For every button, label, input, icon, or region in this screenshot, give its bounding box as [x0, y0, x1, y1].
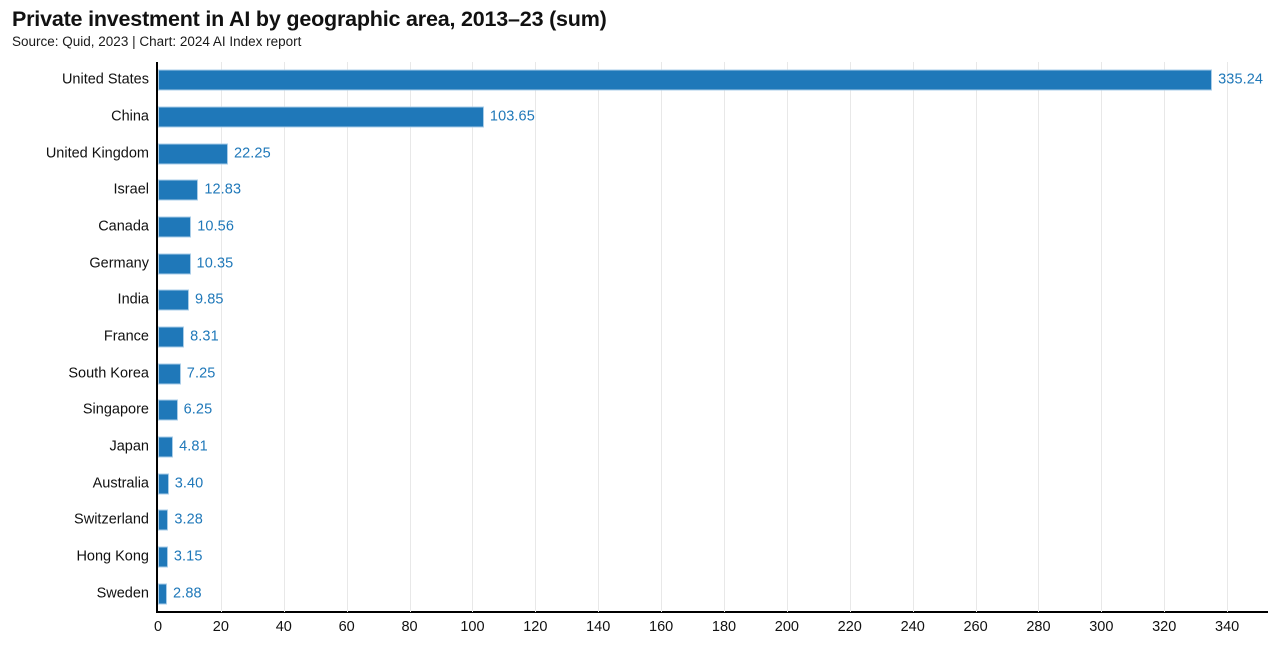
- x-axis-tick-label: 200: [774, 619, 799, 635]
- bar[interactable]: [158, 436, 174, 458]
- bar[interactable]: [158, 253, 191, 275]
- page-title: Private investment in AI by geographic a…: [12, 7, 607, 31]
- y-axis-category-label: Canada: [98, 218, 149, 235]
- x-axis-tick-label: 260: [963, 619, 988, 635]
- x-axis-tick-labels: 0 20 40 60 80 100 120 140 160 180 200 220 240 260 280 3…: [154, 616, 1268, 644]
- bar-row: Canada 10.56: [98, 209, 1268, 246]
- bar-value-label: 335.24: [1218, 71, 1264, 88]
- bar-row: Japan 4.81: [109, 429, 1268, 466]
- bar-row: Switzerland 3.28: [74, 502, 1268, 539]
- bar-row: South Korea 7.25: [68, 355, 1268, 392]
- bar-row: Australia 3.40: [93, 465, 1268, 502]
- y-axis-category-label: Germany: [89, 255, 149, 272]
- bar[interactable]: [158, 399, 178, 421]
- bar-value-label: 103.65: [489, 108, 535, 125]
- bar[interactable]: [158, 179, 199, 201]
- x-axis-tick-label: 120: [523, 619, 548, 635]
- bar-row: United States 335.24: [62, 62, 1268, 99]
- bar-row: Sweden 2.88: [97, 575, 1268, 612]
- bar-value-label: 8.31: [190, 328, 219, 345]
- y-axis-category-label: India: [117, 291, 149, 308]
- bar-value-label: 10.56: [197, 218, 234, 235]
- y-axis-category-label: Switzerland: [74, 511, 149, 528]
- y-axis-category-label: United States: [61, 71, 149, 88]
- x-axis-tick-label: 140: [586, 619, 611, 635]
- y-axis-category-label: China: [111, 108, 149, 125]
- x-axis-tick-label: 0: [153, 619, 163, 635]
- bar-value-label: 22.25: [233, 145, 271, 162]
- x-axis-tick-label: 340: [1215, 619, 1240, 635]
- bar[interactable]: [158, 143, 228, 165]
- bar[interactable]: [158, 289, 189, 311]
- x-axis-tick-label: 20: [212, 619, 229, 635]
- x-axis-tick-label: 180: [711, 619, 737, 635]
- x-axis-tick-label: 220: [837, 619, 862, 635]
- bar-row: India 9.85: [118, 282, 1268, 319]
- bar-value-label: 2.88: [173, 585, 202, 602]
- bar[interactable]: [158, 69, 1213, 91]
- bar[interactable]: [158, 326, 185, 348]
- x-axis-tick-label: 160: [649, 619, 674, 635]
- bar-row: Israel 12.83: [114, 172, 1268, 209]
- y-axis-category-label: United Kingdom: [45, 145, 149, 162]
- bar-value-label: 7.25: [186, 365, 216, 382]
- bar-value-label: 4.81: [179, 438, 208, 455]
- x-axis-tick-label: 40: [275, 619, 292, 635]
- bar[interactable]: [158, 473, 169, 495]
- bar[interactable]: [158, 509, 169, 531]
- y-axis-category-label: France: [103, 328, 149, 345]
- x-axis-tick-label: 80: [401, 619, 418, 635]
- y-axis-category-label: Hong Kong: [76, 548, 149, 565]
- bar-value-label: 3.40: [174, 475, 204, 492]
- bar-row: Hong Kong 3.15: [76, 539, 1268, 576]
- bar-value-label: 10.35: [196, 255, 234, 272]
- y-axis-category-label: South Korea: [68, 365, 149, 382]
- y-axis-category-label: Sweden: [96, 585, 149, 602]
- bar-row: China 103.65: [111, 99, 1268, 136]
- bar-rows: United States 335.24 China 103.65 United Kin…: [46, 62, 1268, 612]
- x-axis-tick-label: 300: [1089, 619, 1114, 635]
- y-axis-category-label: Japan: [109, 438, 149, 455]
- bar[interactable]: [158, 546, 168, 568]
- x-axis-tick-label: 60: [338, 619, 355, 635]
- x-axis-tick-label: 240: [900, 619, 925, 635]
- y-axis-category-label: Singapore: [82, 401, 149, 418]
- bar-row: Singapore 6.25: [83, 392, 1268, 429]
- bar-row: France 8.31: [104, 319, 1268, 356]
- y-axis-category-label: Israel: [113, 181, 149, 198]
- bar-value-label: 12.83: [204, 181, 242, 198]
- chart-root: Private investment in AI by geographic a…: [0, 0, 1278, 645]
- bar[interactable]: [158, 106, 484, 128]
- bar[interactable]: [158, 363, 181, 385]
- bar-row: Germany 10.35: [89, 245, 1268, 282]
- plot-area: United States 335.24 China 103.65 United Kin…: [46, 62, 1268, 612]
- x-axis-tick-label: 320: [1152, 619, 1177, 635]
- bar[interactable]: [158, 216, 192, 238]
- bar[interactable]: [158, 583, 168, 605]
- x-axis-tick-label: 280: [1026, 619, 1051, 635]
- bar-row: United Kingdom 22.25: [46, 135, 1268, 172]
- bar-value-label: 3.15: [173, 548, 203, 565]
- chart-source-subtitle: Source: Quid, 2023 | Chart: 2024 AI Inde…: [12, 34, 302, 49]
- bar-value-label: 9.85: [194, 291, 224, 308]
- y-axis-category-label: Australia: [92, 475, 149, 492]
- bar-value-label: 6.25: [183, 401, 213, 418]
- x-axis-tick-label: 100: [460, 619, 485, 635]
- chart-header: Private investment in AI by geographic a…: [12, 6, 1262, 50]
- bar-value-label: 3.28: [174, 511, 203, 528]
